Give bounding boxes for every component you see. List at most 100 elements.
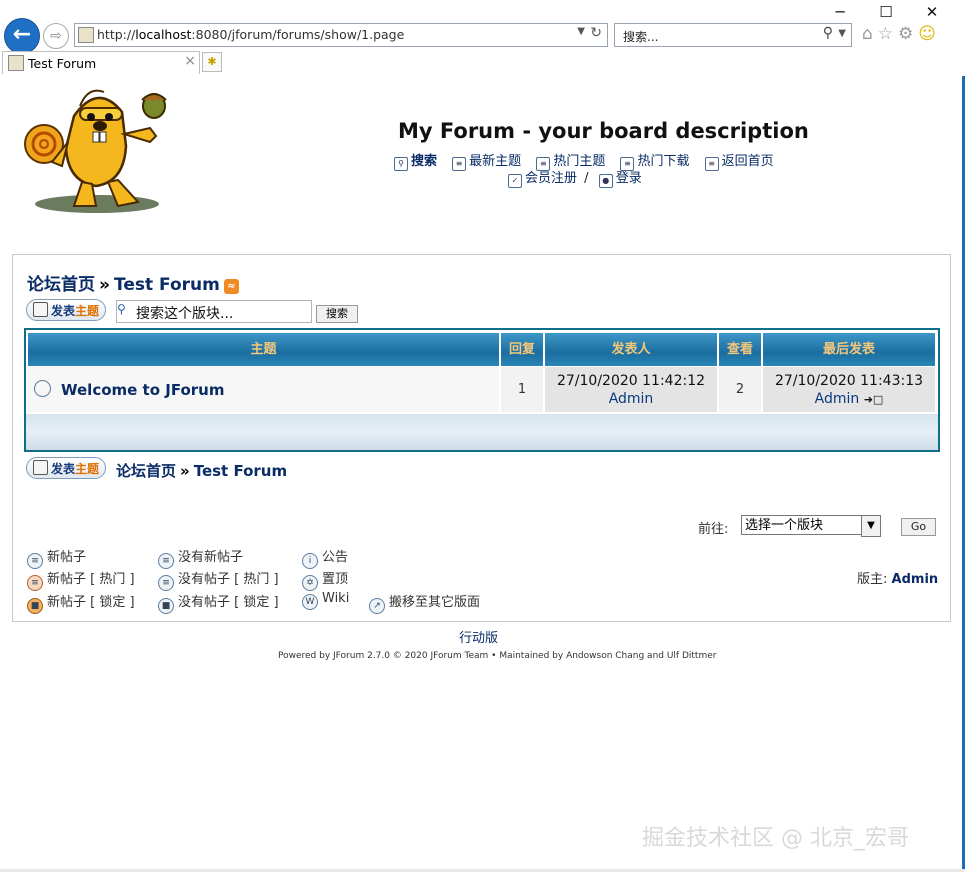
rss-feed-icon[interactable]: ≈ [223,279,239,294]
chevron-down-icon[interactable]: ▼ [861,515,881,537]
search-icon: ⚲ [394,157,408,171]
legend-new-posts-locked: ■ 新帖子 [ 锁定 ] [27,591,135,614]
moderator-link[interactable]: Admin [892,572,939,587]
address-bar[interactable]: http://localhost:8080/jforum/forums/show… [74,23,608,47]
maximize-button[interactable]: ☐ [863,2,909,22]
feedback-smiley-icon[interactable]: ☺ [918,24,936,44]
column-header-replies: 回复 [501,333,543,366]
views-count: 2 [719,367,761,412]
breadcrumb-separator: » [99,275,110,295]
legend-wiki: W Wiki [302,591,349,610]
post-topic-button[interactable]: 发表主题 [26,299,106,321]
tab-title: Test Forum [28,56,97,71]
breadcrumb: 论坛首页» Test Forum ≈ [27,270,239,295]
legend-announcement: i 公告 [302,546,348,569]
legend-sticky: ✡ 置顶 [302,568,348,591]
close-tab-icon[interactable]: × [184,53,196,69]
column-header-author: 发表人 [545,333,717,366]
forward-arrow-icon[interactable]: ⇨ [43,23,69,49]
window-controls: ─ ☐ ✕ [817,2,955,22]
post-topic-button-bottom[interactable]: 发表主题 [26,457,106,479]
nav-separator: / [584,171,589,186]
register-link[interactable]: ✓ 会员注册 [508,171,577,188]
no-post-locked-icon: ■ [158,598,174,614]
search-dropdown-icon[interactable]: ▼ [838,28,846,39]
settings-gear-icon[interactable]: ⚙ [898,24,913,44]
nav-search-link[interactable]: ⚲ 搜索 [394,154,437,171]
powered-by-text: Powered by JForum 2.7.0 © 2020 JForum Te… [278,651,717,661]
new-post-icon: ≡ [27,553,43,569]
breadcrumb-separator: » [180,462,190,480]
legend-new-posts-hot: ≡ 新帖子 [ 热门 ] [27,568,135,591]
author-date: 27/10/2020 11:42:12 [556,373,706,389]
forum-select[interactable]: 选择一个版块 ▼ [741,515,881,537]
author-link[interactable]: Admin [545,390,717,408]
no-post-hot-icon: ≡ [158,575,174,591]
browser-search-box[interactable]: 搜索... ⚲ ▼ [614,23,852,47]
mobile-version-link[interactable]: 行动版 [459,627,498,646]
forum-search-input[interactable]: ⚲ 搜索这个版块... [116,300,312,323]
topic-read-icon [34,380,51,397]
forum-search-button[interactable]: 搜索 [316,305,358,323]
last-post-user-link[interactable]: Admin [815,391,860,407]
login-link[interactable]: ● 登录 [598,171,642,188]
search-icon[interactable]: ⚲ [823,25,833,41]
browser-tab[interactable]: Test Forum × [2,51,200,74]
column-header-views: 查看 [719,333,761,366]
legend-no-posts-hot: ≡ 没有帖子 [ 热门 ] [158,568,279,591]
search-icon: ⚲ [117,302,126,316]
close-window-button[interactable]: ✕ [909,2,955,22]
breadcrumb-bottom: 论坛首页» Test Forum [116,460,287,481]
pencil-icon [33,460,48,475]
last-post-date: 27/10/2020 11:43:13 [774,373,924,389]
go-to-last-post-icon[interactable]: ➜□ [864,393,884,406]
login-icon: ● [598,174,613,188]
topics-table: 主题 回复 发表人 查看 最后发表 Welcome to JForum 1 27… [24,328,940,452]
go-button[interactable]: Go [901,518,936,536]
list-icon: ≡ [704,157,719,171]
address-url: http://localhost:8080/jforum/forums/show… [97,27,405,42]
account-navigation: ✓ 会员注册 / ● 登录 [508,167,653,188]
new-post-hot-icon: ≡ [27,575,43,591]
new-tab-icon[interactable]: ✱ [202,52,222,72]
forum-mascot-logo[interactable] [22,86,172,216]
watermark-text: 掘金技术社区 @ 北京_宏哥 [642,826,909,851]
breadcrumb-forum-link[interactable]: Test Forum [194,462,287,480]
author-cell: 27/10/2020 11:42:12 Admin [545,367,717,412]
legend-move-topic: ↗ 搬移至其它版面 [369,591,480,614]
last-post-cell: 27/10/2020 11:43:13 Admin ➜□ [763,367,935,412]
goto-label: 前往: [698,522,729,537]
browser-search-placeholder: 搜索... [623,30,659,44]
pin-icon: ✡ [302,575,318,591]
browser-chrome: ─ ☐ ✕ ← ⇨ http://localhost:8080/jforum/f… [0,0,965,76]
replies-count: 1 [501,367,543,412]
back-arrow-icon[interactable]: ← [4,18,40,54]
toolbar-icons: ⌂ ☆ ⚙ ☺ [862,24,936,44]
document-icon: ≡ [452,157,467,171]
checkbox-icon: ✓ [508,174,522,188]
forum-select-value: 选择一个版块 [745,518,824,533]
legend-no-posts-locked: ■ 没有帖子 [ 锁定 ] [158,591,279,614]
info-icon: i [302,553,318,569]
pencil-icon [33,302,48,317]
topic-cell: Welcome to JForum [28,367,499,412]
tab-favicon-icon [8,55,24,71]
breadcrumb-home-link[interactable]: 论坛首页 [116,462,176,480]
wiki-icon: W [302,594,318,610]
legend-new-posts: ≡ 新帖子 [27,546,86,569]
topic-title-link[interactable]: Welcome to JForum [61,381,224,399]
favorites-star-icon[interactable]: ☆ [878,24,893,44]
no-new-post-icon: ≡ [158,553,174,569]
home-icon[interactable]: ⌂ [862,24,873,44]
address-dropdown-icon[interactable]: ▼ [577,26,585,37]
column-header-topic: 主题 [28,333,499,366]
minimize-button[interactable]: ─ [817,2,863,22]
table-footer-bar [26,414,938,450]
breadcrumb-home-link[interactable]: 论坛首页 [27,275,95,295]
breadcrumb-forum-link[interactable]: Test Forum [114,275,220,295]
nav-back-home-link[interactable]: ≡ 返回首页 [704,154,774,171]
legend-no-new-posts: ≡ 没有新帖子 [158,546,243,569]
refresh-icon[interactable]: ↻ [590,25,602,41]
new-post-locked-icon: ■ [27,598,43,614]
moderator-info: 版主: Admin [857,572,939,587]
